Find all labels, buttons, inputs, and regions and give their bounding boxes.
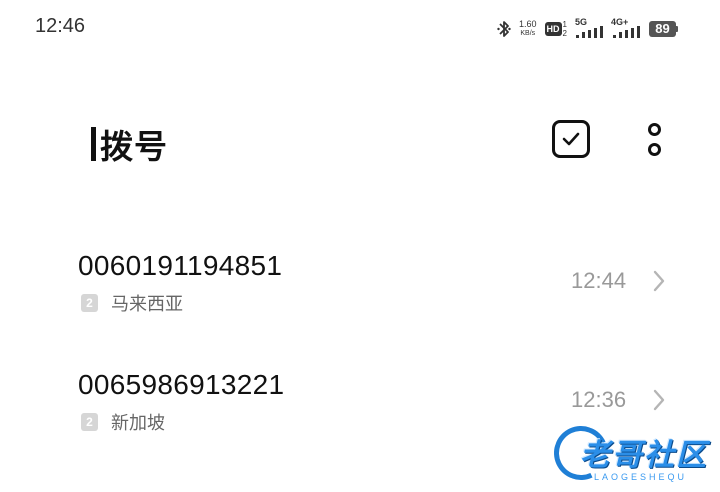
network-speed: 1.60 KB/s <box>519 20 537 38</box>
sim-2-icon: 2 <box>81 413 98 431</box>
call-meta: 2 马来西亚 <box>81 290 183 316</box>
call-location: 马来西亚 <box>111 294 183 315</box>
chevron-right-icon[interactable] <box>652 388 666 412</box>
battery-icon: 89 <box>649 21 678 37</box>
chevron-right-icon[interactable] <box>652 269 666 293</box>
more-options-button[interactable] <box>640 118 668 160</box>
call-time: 12:36 <box>571 387 627 412</box>
page-header: 拨号 <box>0 100 720 180</box>
call-meta: 2 新加坡 <box>81 409 165 435</box>
select-button[interactable] <box>552 120 590 158</box>
bluetooth-icon <box>497 21 511 37</box>
call-number: 0065986913221 <box>78 369 285 400</box>
status-bar: 12:46 1.60 KB/s HD 1 2 5G 4G+ 89 <box>0 0 720 58</box>
check-icon <box>562 132 580 146</box>
network-speed-value: 1.60 <box>519 19 537 29</box>
title-wrap: 拨号 <box>91 120 168 168</box>
call-log-item[interactable]: 0060191194851 2 马来西亚 12:44 <box>0 232 720 351</box>
hd-bottom: 2 <box>562 29 567 38</box>
watermark-subtext: LAOGESHEQU <box>594 472 688 482</box>
status-time: 12:46 <box>35 15 86 37</box>
battery-level: 89 <box>649 21 676 37</box>
sim-2-icon: 2 <box>81 294 98 312</box>
call-time: 12:44 <box>571 268 627 293</box>
hd-top: 1 <box>562 20 567 29</box>
status-icons: 1.60 KB/s HD 1 2 5G 4G+ 89 <box>497 17 678 40</box>
watermark-logo: 老哥社区 LAOGESHEQU <box>546 418 712 488</box>
signal-sim1-tech: 5G <box>575 17 588 27</box>
page-title: 拨号 <box>100 127 168 166</box>
hd-label: HD <box>544 22 562 36</box>
call-number: 0060191194851 <box>78 250 283 281</box>
more-options-icon <box>647 122 661 136</box>
network-speed-unit: KB/s <box>520 30 536 37</box>
watermark-text: 老哥社区 <box>580 438 708 473</box>
call-location: 新加坡 <box>111 413 165 434</box>
signal-sim2-icon: 4G+ <box>611 17 641 39</box>
text-cursor <box>91 127 96 161</box>
hd-voice-icon: HD 1 2 <box>544 20 567 38</box>
signal-sim1-icon: 5G <box>575 17 603 39</box>
signal-sim2-tech: 4G+ <box>611 17 629 27</box>
